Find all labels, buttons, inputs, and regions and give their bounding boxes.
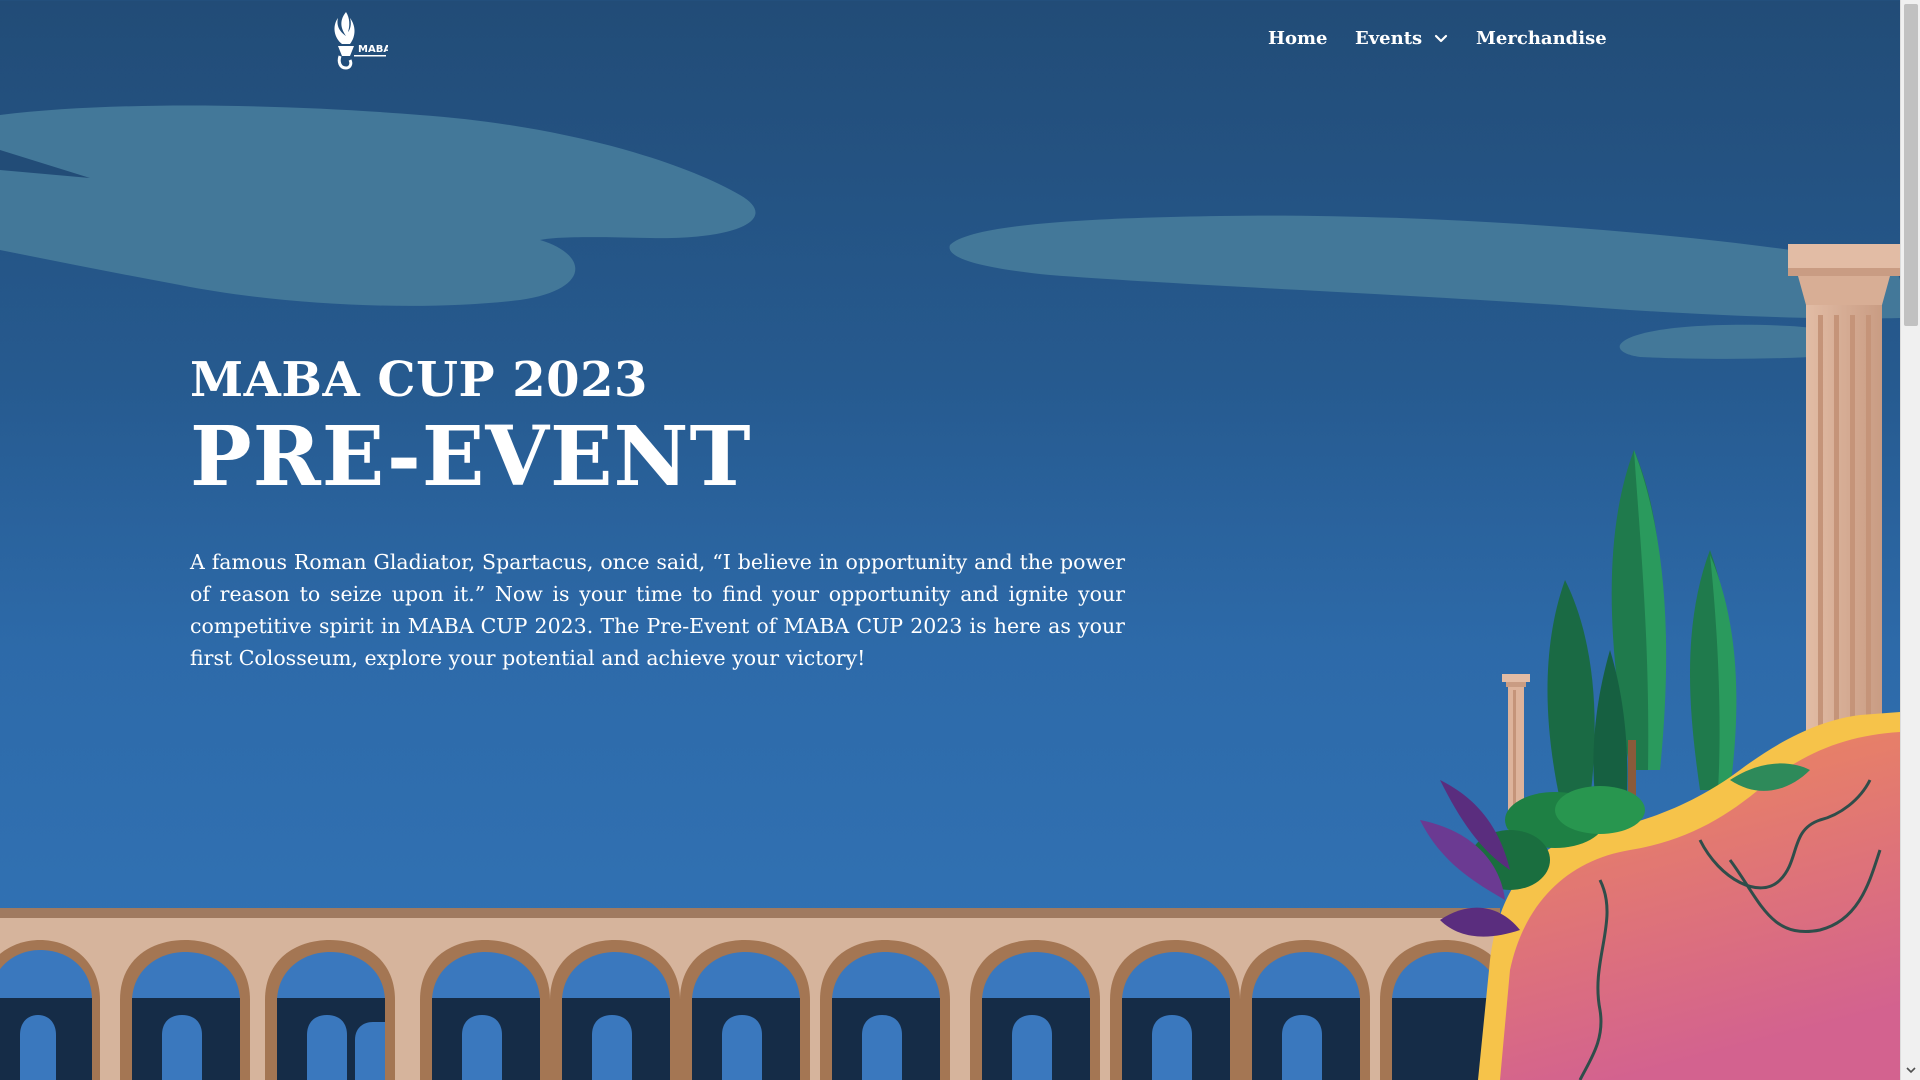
hero-kicker: MABA CUP 2023	[190, 352, 648, 408]
bushes	[1420, 763, 1810, 937]
hero-description: A famous Roman Gladiator, Spartacus, onc…	[190, 550, 1125, 670]
nav-events-dropdown[interactable]: Events	[1355, 28, 1448, 49]
page: MABA CUP Home Events Merchandise MABA CU…	[0, 0, 1900, 1080]
maba-cup-logo[interactable]: MABA CUP	[316, 10, 417, 70]
nav-merchandise-label: Merchandise	[1476, 28, 1607, 49]
vertical-scrollbar[interactable]	[1900, 0, 1920, 1080]
logo-text: MABA CUP	[358, 44, 388, 55]
torch-logo-icon: MABA CUP	[334, 12, 417, 70]
arch-row	[120, 940, 1510, 1080]
hero-title: PRE-EVENT	[190, 409, 752, 505]
nav-home[interactable]: Home	[1268, 28, 1328, 49]
trees	[1547, 450, 1737, 830]
cloud-right	[949, 215, 1900, 359]
nav-events-label: Events	[1355, 28, 1423, 49]
scroll-down-arrow-icon[interactable]	[1901, 1060, 1920, 1080]
small-column	[1502, 674, 1530, 867]
cloud-left	[0, 105, 756, 306]
nav-home-label: Home	[1268, 28, 1328, 49]
cliff	[1478, 712, 1900, 1080]
hero-section: MABA CUP 2023 PRE-EVENT A famous Roman G…	[190, 352, 1140, 674]
scrollbar-thumb[interactable]	[1904, 4, 1918, 326]
aqueduct	[0, 908, 1510, 1080]
nav-merchandise[interactable]: Merchandise	[1476, 28, 1607, 49]
chevron-down-icon	[1435, 34, 1448, 42]
tall-column	[1788, 244, 1900, 745]
